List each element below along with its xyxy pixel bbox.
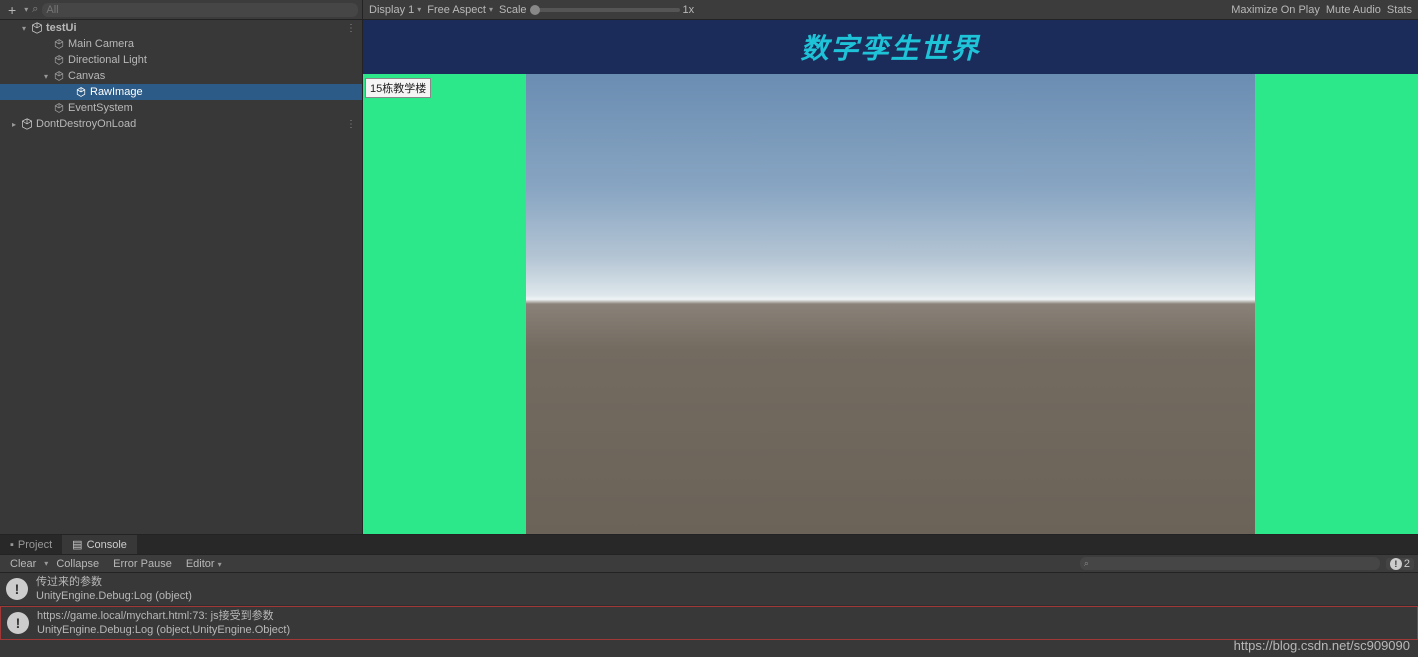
console-log-list: ! 传过来的参数 UnityEngine.Debug:Log (object) … bbox=[0, 573, 1418, 657]
cube-icon bbox=[52, 54, 66, 66]
info-icon: ! bbox=[6, 578, 28, 600]
unity-icon bbox=[20, 118, 34, 130]
title-text: 数字孪生世界 bbox=[800, 27, 980, 67]
bottom-area: ▪ Project ▤ Console Clear ▾ Collapse Err… bbox=[0, 534, 1418, 657]
chevron-down-icon: ▾ bbox=[218, 560, 222, 569]
tree-label: testUi bbox=[46, 22, 77, 34]
tree-label: Canvas bbox=[68, 70, 105, 82]
title-banner: 数字孪生世界 bbox=[363, 20, 1418, 74]
green-panel-right bbox=[1255, 74, 1418, 534]
clear-button[interactable]: Clear bbox=[4, 557, 42, 571]
expand-icon[interactable]: ▾ bbox=[40, 72, 52, 81]
console-search-input[interactable] bbox=[1080, 557, 1380, 570]
scene-3d-render bbox=[526, 74, 1311, 534]
tree-item-object[interactable]: ▾ Canvas bbox=[0, 68, 362, 84]
scale-slider[interactable] bbox=[530, 8, 680, 12]
tree-item-object-selected[interactable]: RawImage bbox=[0, 84, 362, 100]
collapse-toggle[interactable]: Collapse bbox=[50, 557, 105, 571]
hierarchy-tree: ▾ testUi ⋮ Main Camera Directional Light… bbox=[0, 20, 362, 534]
tree-item-scene[interactable]: ▾ testUi ⋮ bbox=[0, 20, 362, 36]
hierarchy-panel: + ▾ ⌕ ▾ testUi ⋮ Main Camera Directional… bbox=[0, 0, 363, 534]
unity-icon bbox=[30, 22, 44, 34]
game-view: 数字孪生世界 15栋教学楼 bbox=[363, 20, 1418, 534]
game-toolbar: Display 1 ▾ Free Aspect ▾ Scale 1x Maxim… bbox=[363, 0, 1418, 20]
search-icon: ⌕ bbox=[32, 3, 38, 16]
scale-value: 1x bbox=[683, 4, 695, 16]
stats-toggle[interactable]: Stats bbox=[1387, 4, 1412, 16]
aspect-dropdown[interactable]: Free Aspect ▾ bbox=[427, 4, 493, 16]
log-trace: UnityEngine.Debug:Log (object,UnityEngin… bbox=[37, 623, 290, 637]
cube-icon bbox=[74, 86, 88, 98]
chevron-down-icon[interactable]: ▾ bbox=[44, 559, 48, 568]
tree-label: EventSystem bbox=[68, 102, 133, 114]
bottom-tabs: ▪ Project ▤ Console bbox=[0, 535, 1418, 555]
info-count-badge[interactable]: ! 2 bbox=[1386, 558, 1414, 570]
kebab-icon[interactable]: ⋮ bbox=[346, 23, 356, 34]
tree-item-scene[interactable]: ▸ DontDestroyOnLoad ⋮ bbox=[0, 116, 362, 132]
hierarchy-search-input[interactable] bbox=[42, 3, 358, 17]
kebab-icon[interactable]: ⋮ bbox=[346, 119, 356, 130]
tree-label: Directional Light bbox=[68, 54, 147, 66]
create-dropdown-icon[interactable]: ▾ bbox=[24, 5, 28, 14]
folder-icon: ▪ bbox=[10, 539, 14, 551]
search-icon: ⌕ bbox=[1084, 558, 1089, 569]
expand-icon[interactable]: ▸ bbox=[8, 120, 20, 129]
mute-toggle[interactable]: Mute Audio bbox=[1326, 4, 1381, 16]
log-trace: UnityEngine.Debug:Log (object) bbox=[36, 589, 192, 603]
expand-icon[interactable]: ▾ bbox=[18, 24, 30, 33]
tree-item-object[interactable]: Main Camera bbox=[0, 36, 362, 52]
info-icon: ! bbox=[1390, 558, 1402, 570]
log-message: 传过来的参数 bbox=[36, 575, 192, 589]
log-entry-highlighted[interactable]: ! https://game.local/mychart.html:73: js… bbox=[0, 606, 1418, 640]
tree-label: RawImage bbox=[90, 86, 143, 98]
tree-item-object[interactable]: EventSystem bbox=[0, 100, 362, 116]
hierarchy-toolbar: + ▾ ⌕ bbox=[0, 0, 362, 20]
maximize-toggle[interactable]: Maximize On Play bbox=[1231, 4, 1320, 16]
console-icon: ▤ bbox=[72, 538, 82, 551]
chevron-down-icon: ▾ bbox=[489, 5, 493, 14]
scale-control: Scale 1x bbox=[499, 4, 694, 16]
chevron-down-icon: ▾ bbox=[417, 5, 421, 14]
error-pause-toggle[interactable]: Error Pause bbox=[107, 557, 178, 571]
display-dropdown[interactable]: Display 1 ▾ bbox=[369, 4, 421, 16]
editor-dropdown[interactable]: Editor ▾ bbox=[180, 557, 228, 571]
slider-knob[interactable] bbox=[530, 5, 540, 15]
tree-item-object[interactable]: Directional Light bbox=[0, 52, 362, 68]
green-panel-left bbox=[363, 74, 526, 534]
cube-icon bbox=[52, 70, 66, 82]
game-panel: Display 1 ▾ Free Aspect ▾ Scale 1x Maxim… bbox=[363, 0, 1418, 534]
console-toolbar: Clear ▾ Collapse Error Pause Editor ▾ ⌕ … bbox=[0, 555, 1418, 573]
create-button[interactable]: + bbox=[4, 2, 20, 18]
log-entry[interactable]: ! 传过来的参数 UnityEngine.Debug:Log (object) bbox=[0, 573, 1418, 606]
log-message: https://game.local/mychart.html:73: js接受… bbox=[37, 609, 290, 623]
top-area: + ▾ ⌕ ▾ testUi ⋮ Main Camera Directional… bbox=[0, 0, 1418, 534]
scene-label-tag[interactable]: 15栋教学楼 bbox=[365, 78, 431, 98]
cube-icon bbox=[52, 102, 66, 114]
tab-project[interactable]: ▪ Project bbox=[0, 535, 62, 554]
tree-label: DontDestroyOnLoad bbox=[36, 118, 136, 130]
info-icon: ! bbox=[7, 612, 29, 634]
cube-icon bbox=[52, 38, 66, 50]
tree-label: Main Camera bbox=[68, 38, 134, 50]
tab-console[interactable]: ▤ Console bbox=[62, 535, 137, 554]
